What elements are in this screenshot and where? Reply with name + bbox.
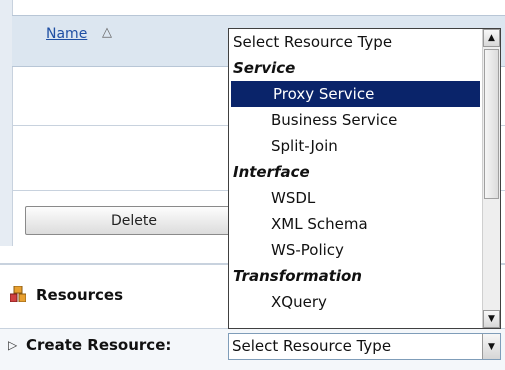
sort-ascending-icon[interactable]: △ <box>102 25 112 40</box>
resources-icon <box>10 286 26 302</box>
dropdown-option-ws-policy[interactable]: WS-Policy <box>229 237 482 263</box>
create-resource-label: Create Resource: <box>26 336 172 354</box>
resources-heading: Resources <box>36 286 124 304</box>
select-value: Select Resource Type <box>232 337 392 355</box>
dropdown-option-split-join[interactable]: Split-Join <box>229 133 482 159</box>
dropdown-scrollbar[interactable]: ▲ ▼ <box>482 29 500 328</box>
name-column-header[interactable]: Name <box>46 26 87 42</box>
dropdown-option-xml-schema[interactable]: XML Schema <box>229 211 482 237</box>
resource-type-select[interactable]: Select Resource Type ▼ <box>228 333 501 360</box>
delete-button[interactable]: Delete <box>25 206 243 235</box>
dropdown-placeholder-option[interactable]: Select Resource Type <box>229 29 486 55</box>
scrollbar-thumb[interactable] <box>484 49 499 199</box>
scroll-down-icon[interactable]: ▼ <box>483 310 500 328</box>
dropdown-group-transformation: Transformation <box>233 267 362 285</box>
dropdown-group-interface: Interface <box>233 163 310 181</box>
dropdown-option-proxy-service[interactable]: Proxy Service <box>231 81 480 107</box>
scroll-up-icon[interactable]: ▲ <box>483 29 500 47</box>
resource-type-dropdown[interactable]: Select Resource Type Service Proxy Servi… <box>228 28 501 329</box>
expand-arrow-icon[interactable]: ▷ <box>8 338 17 352</box>
dropdown-option-xquery[interactable]: XQuery <box>229 289 482 315</box>
dropdown-option-wsdl[interactable]: WSDL <box>229 185 482 211</box>
chevron-down-icon[interactable]: ▼ <box>482 334 500 359</box>
dropdown-group-service: Service <box>233 59 296 77</box>
dropdown-option-business-service[interactable]: Business Service <box>229 107 482 133</box>
